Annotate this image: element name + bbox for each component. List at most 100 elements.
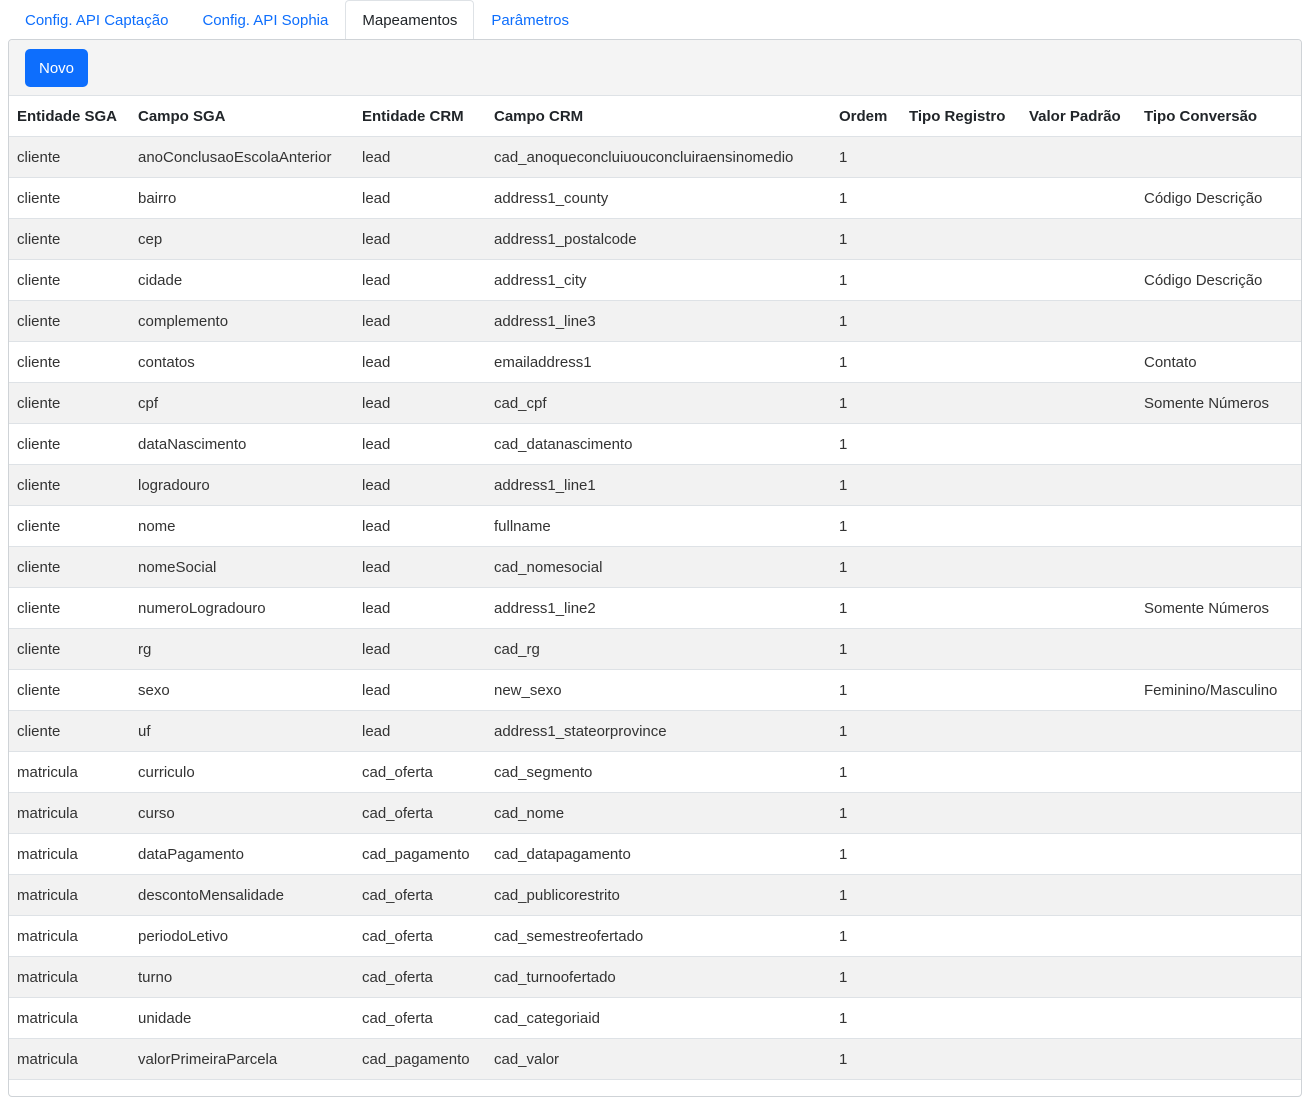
col-entidade-sga-cell: cliente xyxy=(9,628,130,670)
col-entidade-crm-cell: cad_oferta xyxy=(354,997,486,1039)
col-campo-sga-cell: anoConclusaoEscolaAnterior xyxy=(130,136,354,178)
col-valor-padrao-header[interactable]: Valor Padrão xyxy=(1021,96,1136,137)
table-row[interactable]: cliente uf lead address1_stateorprovince 1 xyxy=(9,710,1301,752)
col-ordem-header[interactable]: Ordem xyxy=(831,96,901,137)
col-ordem-cell: 1 xyxy=(831,218,901,260)
col-entidade-crm-cell: lead xyxy=(354,259,486,301)
mapeamentos-panel: Novo Entidade SGA Campo SGA Entidade CRM Ca… xyxy=(8,39,1302,1097)
col-tipo-registro-cell xyxy=(901,751,1021,793)
col-tipo-registro-cell xyxy=(901,669,1021,711)
table-row[interactable]: cliente logradouro lead address1_line1 1 xyxy=(9,464,1301,506)
tab-config-api-sophia[interactable]: Config. API Sophia xyxy=(185,0,345,39)
table-row[interactable]: cliente nome lead fullname 1 xyxy=(9,505,1301,547)
col-valor-padrao-cell xyxy=(1021,587,1136,629)
table-row[interactable]: cliente nomeSocial lead cad_nomesocial 1 xyxy=(9,546,1301,588)
table-row[interactable]: matricula periodoLetivo cad_oferta cad_seme… xyxy=(9,915,1301,957)
col-ordem-cell: 1 xyxy=(831,423,901,465)
col-entidade-crm-cell: lead xyxy=(354,505,486,547)
table-row[interactable]: cliente complemento lead address1_line3 1 xyxy=(9,300,1301,342)
col-entidade-crm-header[interactable]: Entidade CRM xyxy=(354,96,486,137)
col-tipo-conversao-cell xyxy=(1136,464,1301,506)
col-tipo-conversao-cell xyxy=(1136,956,1301,998)
col-campo-crm-cell: cad_categoriaid xyxy=(486,997,831,1039)
col-campo-sga-cell: dataPagamento xyxy=(130,833,354,875)
col-entidade-crm-cell: cad_oferta xyxy=(354,874,486,916)
col-ordem-cell: 1 xyxy=(831,751,901,793)
col-entidade-crm-cell: lead xyxy=(354,546,486,588)
col-campo-crm-cell: cad_publicorestrito xyxy=(486,874,831,916)
col-entidade-sga-header[interactable]: Entidade SGA xyxy=(9,96,130,137)
col-campo-sga-cell: numeroLogradouro xyxy=(130,587,354,629)
col-entidade-sga-cell: cliente xyxy=(9,136,130,178)
col-ordem-cell: 1 xyxy=(831,136,901,178)
tab-parametros[interactable]: Parâmetros xyxy=(474,0,586,39)
col-campo-crm-cell: cad_valor xyxy=(486,1038,831,1080)
tab-mapeamentos[interactable]: Mapeamentos xyxy=(345,0,475,39)
col-campo-sga-cell: periodoLetivo xyxy=(130,915,354,957)
col-entidade-sga-cell: cliente xyxy=(9,423,130,465)
col-valor-padrao-cell xyxy=(1021,833,1136,875)
table-row[interactable]: cliente numeroLogradouro lead address1_line… xyxy=(9,587,1301,629)
col-ordem-cell: 1 xyxy=(831,710,901,752)
table-row[interactable]: cliente bairro lead address1_county 1 Código … xyxy=(9,177,1301,219)
table-row[interactable]: cliente contatos lead emailaddress1 1 Contato xyxy=(9,341,1301,383)
col-campo-crm-cell: cad_semestreofertado xyxy=(486,915,831,957)
col-tipo-registro-cell xyxy=(901,792,1021,834)
col-campo-crm-cell: cad_datanascimento xyxy=(486,423,831,465)
col-tipo-registro-header[interactable]: Tipo Registro xyxy=(901,96,1021,137)
col-tipo-conversao-cell xyxy=(1136,792,1301,834)
table-row[interactable]: matricula turno cad_oferta cad_turnoofertad… xyxy=(9,956,1301,998)
col-campo-sga-cell: complemento xyxy=(130,300,354,342)
table-row[interactable]: cliente rg lead cad_rg 1 xyxy=(9,628,1301,670)
table-body: cliente anoConclusaoEscolaAnterior lead cad… xyxy=(9,136,1301,1080)
col-tipo-conversao-cell xyxy=(1136,833,1301,875)
col-tipo-conversao-cell xyxy=(1136,628,1301,670)
table-row[interactable]: matricula curriculo cad_oferta cad_segmento… xyxy=(9,751,1301,793)
col-entidade-sga-cell: matricula xyxy=(9,874,130,916)
col-entidade-sga-cell: matricula xyxy=(9,1038,130,1080)
col-entidade-sga-cell: cliente xyxy=(9,669,130,711)
col-entidade-sga-cell: cliente xyxy=(9,464,130,506)
col-valor-padrao-cell xyxy=(1021,956,1136,998)
col-entidade-crm-cell: lead xyxy=(354,587,486,629)
table-row[interactable]: cliente cpf lead cad_cpf 1 Somente Números xyxy=(9,382,1301,424)
col-tipo-conversao-cell: Somente Números xyxy=(1136,382,1301,424)
col-campo-sga-header[interactable]: Campo SGA xyxy=(130,96,354,137)
col-campo-crm-cell: address1_city xyxy=(486,259,831,301)
col-entidade-crm-cell: lead xyxy=(354,300,486,342)
table-row[interactable]: matricula unidade cad_oferta cad_categoriai… xyxy=(9,997,1301,1039)
table-row[interactable]: cliente cidade lead address1_city 1 Código De… xyxy=(9,259,1301,301)
col-campo-sga-cell: uf xyxy=(130,710,354,752)
col-valor-padrao-cell xyxy=(1021,464,1136,506)
col-campo-crm-header[interactable]: Campo CRM xyxy=(486,96,831,137)
col-entidade-sga-cell: cliente xyxy=(9,382,130,424)
table-row[interactable]: matricula dataPagamento cad_pagamento cad_d… xyxy=(9,833,1301,875)
table-row[interactable]: cliente cep lead address1_postalcode 1 xyxy=(9,218,1301,260)
col-campo-sga-cell: cpf xyxy=(130,382,354,424)
col-ordem-cell: 1 xyxy=(831,464,901,506)
col-tipo-conversao-header[interactable]: Tipo Conversão xyxy=(1136,96,1301,137)
col-campo-sga-cell: curriculo xyxy=(130,751,354,793)
new-button[interactable]: Novo xyxy=(25,49,89,87)
col-valor-padrao-cell xyxy=(1021,546,1136,588)
table-row[interactable]: cliente sexo lead new_sexo 1 Feminino/Masculi… xyxy=(9,669,1301,711)
col-entidade-crm-cell: lead xyxy=(354,710,486,752)
table-row[interactable]: matricula descontoMensalidade cad_oferta ca… xyxy=(9,874,1301,916)
col-campo-crm-cell: cad_cpf xyxy=(486,382,831,424)
col-entidade-crm-cell: lead xyxy=(354,628,486,670)
table-row[interactable]: matricula curso cad_oferta cad_nome 1 xyxy=(9,792,1301,834)
col-entidade-crm-cell: cad_oferta xyxy=(354,792,486,834)
col-campo-sga-cell: turno xyxy=(130,956,354,998)
table-row[interactable]: cliente anoConclusaoEscolaAnterior lead cad… xyxy=(9,136,1301,178)
tab-config-api-captacao[interactable]: Config. API Captação xyxy=(8,0,185,39)
col-tipo-registro-cell xyxy=(901,628,1021,670)
col-tipo-registro-cell xyxy=(901,546,1021,588)
col-campo-sga-cell: valorPrimeiraParcela xyxy=(130,1038,354,1080)
mappings-table: Entidade SGA Campo SGA Entidade CRM Campo C… xyxy=(9,96,1301,1080)
table-row[interactable]: matricula valorPrimeiraParcela cad_pagamen… xyxy=(9,1038,1301,1080)
col-campo-sga-cell: rg xyxy=(130,628,354,670)
col-tipo-registro-cell xyxy=(901,464,1021,506)
col-ordem-cell: 1 xyxy=(831,956,901,998)
table-row[interactable]: cliente dataNascimento lead cad_datanascime… xyxy=(9,423,1301,465)
col-campo-crm-cell: cad_nome xyxy=(486,792,831,834)
